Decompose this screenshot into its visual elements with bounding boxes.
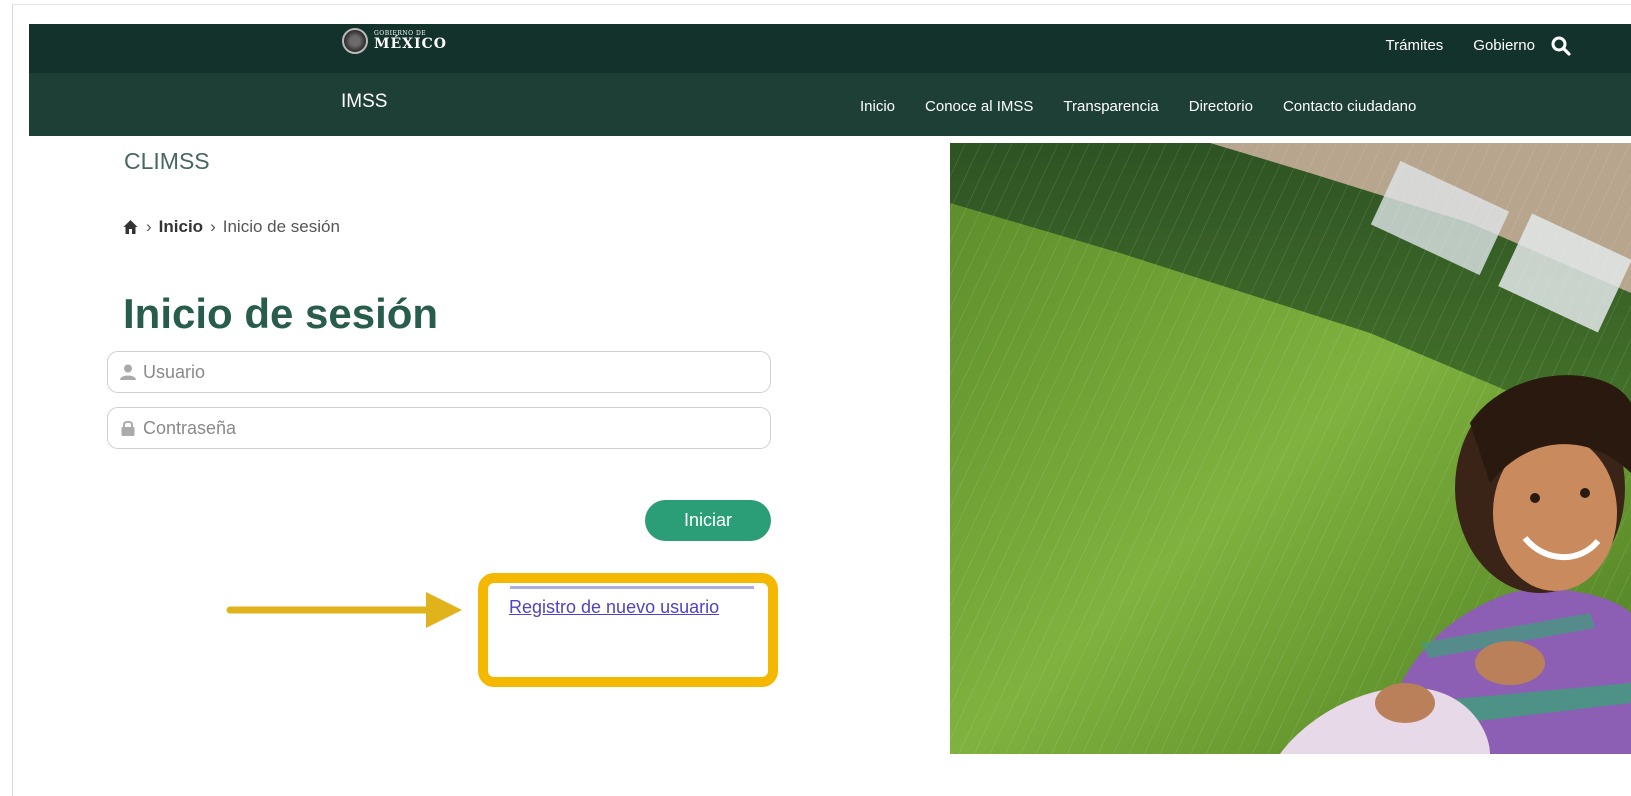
breadcrumb-separator: ›: [210, 217, 216, 236]
page-title: Inicio de sesión: [123, 290, 439, 337]
arrow-annotation-icon: [226, 592, 462, 628]
breadcrumb-inicio[interactable]: Inicio: [159, 217, 203, 237]
top-link-gobierno[interactable]: Gobierno: [1473, 37, 1535, 54]
home-icon[interactable]: [122, 219, 139, 235]
nav-menu: Inicio Conoce al IMSS Transparencia Dire…: [860, 98, 1416, 115]
breadcrumb: › Inicio › Inicio de sesión: [122, 217, 340, 237]
highlight-box: [478, 573, 778, 687]
lock-icon: [121, 420, 135, 436]
user-icon: [120, 364, 136, 380]
nav-item-conoce[interactable]: Conoce al IMSS: [925, 98, 1033, 115]
breadcrumb-separator: ›: [146, 217, 152, 236]
password-field[interactable]: [107, 407, 771, 449]
brand-imss[interactable]: IMSS: [341, 91, 387, 113]
logo-big-text: MÉXICO: [374, 36, 447, 52]
nav-item-transparencia[interactable]: Transparencia: [1063, 98, 1158, 115]
logo-text: GOBIERNO DE MÉXICO: [374, 31, 447, 52]
nav-item-contacto[interactable]: Contacto ciudadano: [1283, 98, 1416, 115]
search-icon[interactable]: [1549, 34, 1573, 58]
nav-item-directorio[interactable]: Directorio: [1189, 98, 1253, 115]
username-input[interactable]: [143, 361, 743, 383]
gobierno-mexico-logo[interactable]: GOBIERNO DE MÉXICO: [342, 28, 447, 54]
password-input[interactable]: [143, 417, 743, 439]
main-navbar: IMSS Inicio Conoce al IMSS Transparencia…: [29, 73, 1631, 136]
hero-photo-girl: [950, 143, 1631, 754]
top-link-tramites[interactable]: Trámites: [1386, 37, 1444, 54]
login-button[interactable]: Iniciar: [645, 500, 771, 541]
mexico-seal-icon: [342, 28, 368, 54]
nav-item-inicio[interactable]: Inicio: [860, 98, 895, 115]
top-links: Trámites Gobierno: [1386, 37, 1536, 54]
breadcrumb-current: Inicio de sesión: [222, 217, 340, 236]
government-topbar: GOBIERNO DE MÉXICO Trámites Gobierno: [29, 24, 1631, 73]
username-field[interactable]: [107, 351, 771, 393]
site-name: CLIMSS: [124, 148, 210, 174]
